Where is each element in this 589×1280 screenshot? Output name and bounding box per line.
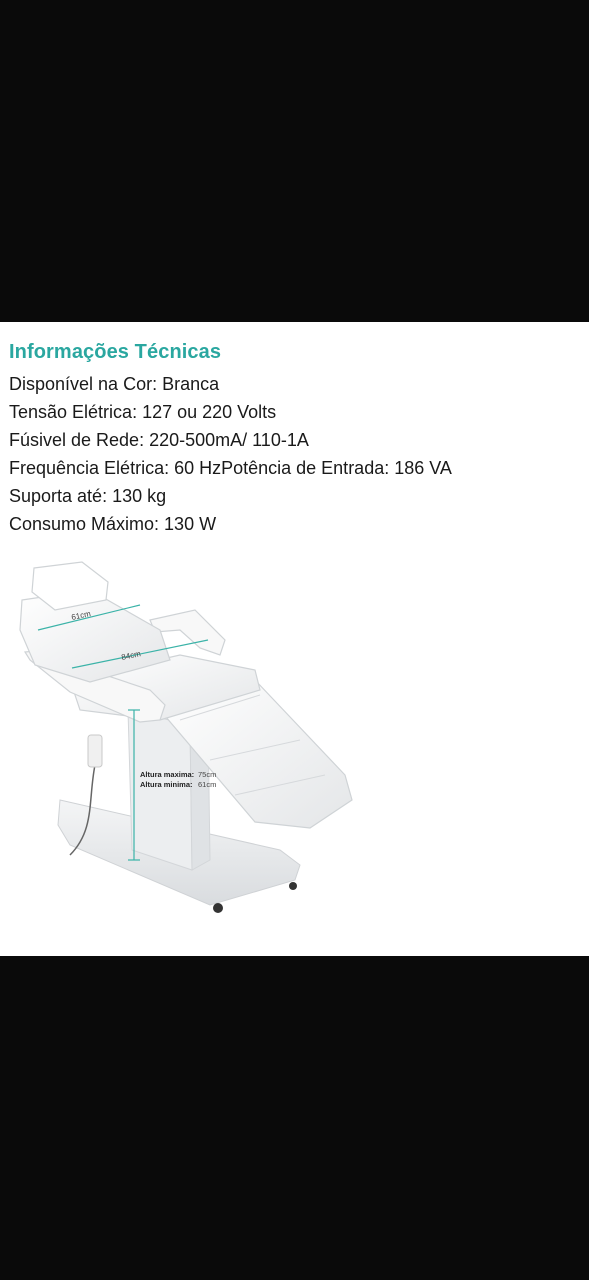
height-max-label: Altura maxima: bbox=[140, 770, 194, 779]
spec-load: Suporta até: 130 kg bbox=[9, 486, 167, 506]
section-title: Informações Técnicas bbox=[9, 341, 222, 363]
spec-color: Disponível na Cor: Branca bbox=[9, 374, 220, 394]
height-min-value: 61cm bbox=[198, 780, 216, 789]
spec-frequency-power: Frequência Elétrica: 60 HzPotência de En… bbox=[9, 458, 452, 478]
product-info-panel: Informações Técnicas Disponível na Cor: … bbox=[0, 322, 589, 956]
spec-list: Disponível na Cor: Branca Tensão Elétric… bbox=[9, 370, 452, 538]
height-min-label: Altura minima: bbox=[140, 780, 193, 789]
height-max-value: 75cm bbox=[198, 770, 216, 779]
top-black-band bbox=[0, 0, 589, 322]
product-image-chair: 61cm 84cm Altura maxima: 75cm Altura min… bbox=[19, 561, 353, 913]
bottom-black-band bbox=[0, 956, 589, 1280]
spec-consumption: Consumo Máximo: 130 W bbox=[9, 514, 217, 534]
spec-voltage: Tensão Elétrica: 127 ou 220 Volts bbox=[9, 402, 277, 422]
spec-fuse: Fúsivel de Rede: 220-500mA/ 110-1A bbox=[9, 430, 309, 450]
